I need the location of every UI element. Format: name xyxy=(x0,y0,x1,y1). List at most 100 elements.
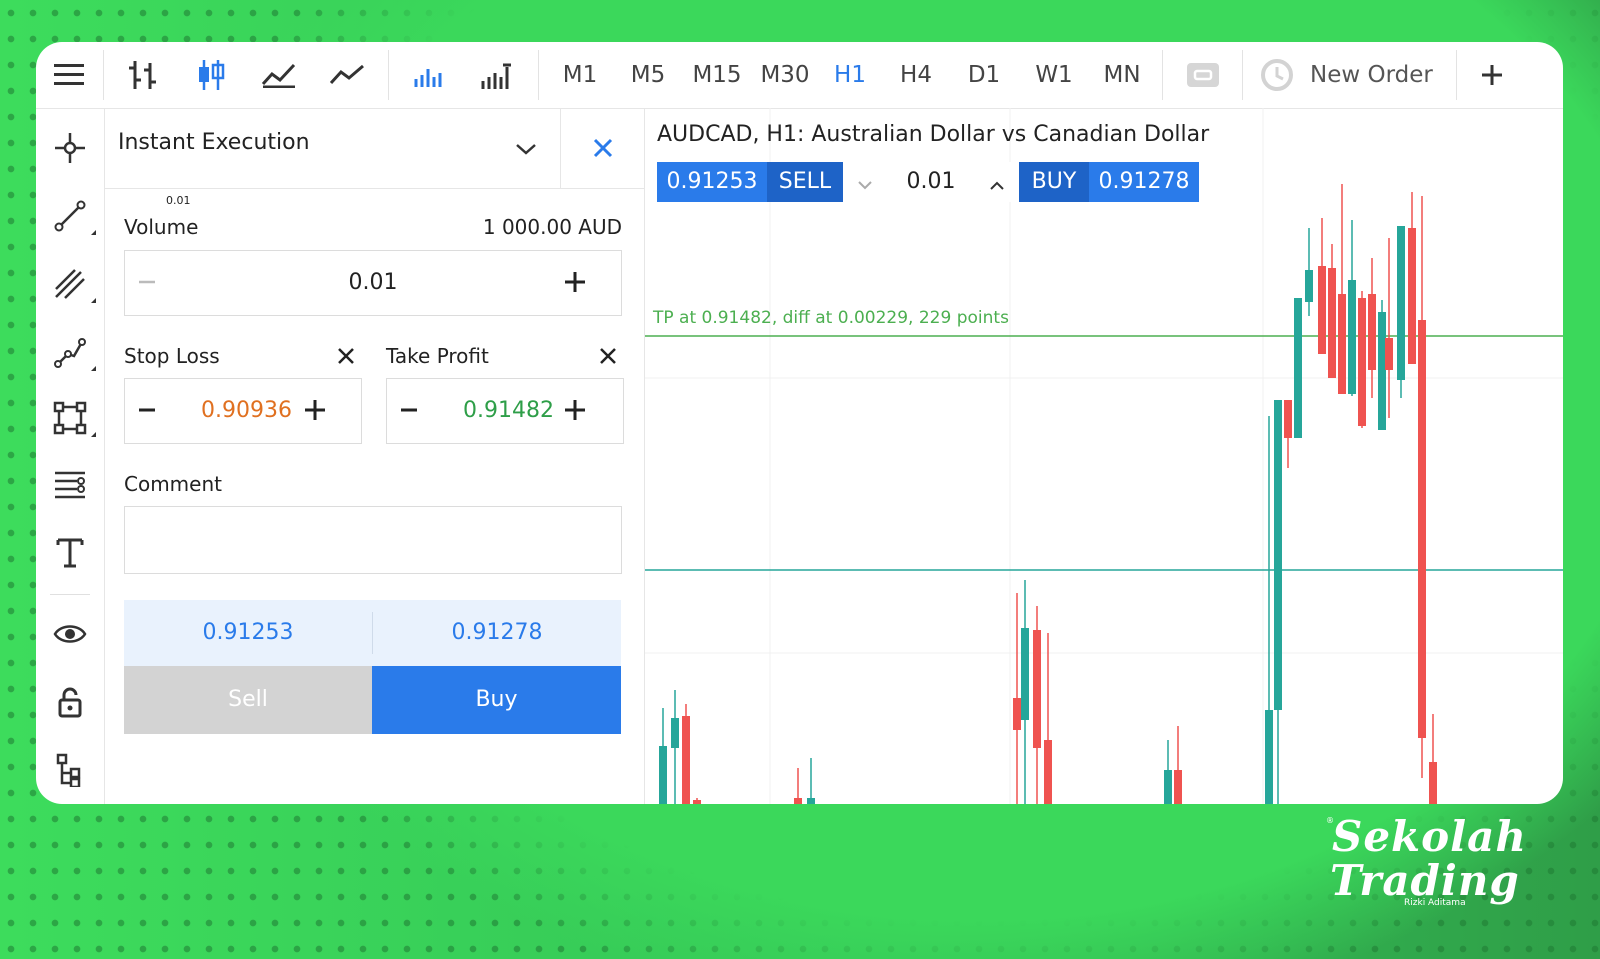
timeframe-h4[interactable]: H4 xyxy=(888,42,944,108)
stop-loss-input[interactable]: 0.90936 xyxy=(201,398,292,423)
timeframe-m30[interactable]: M30 xyxy=(752,42,818,108)
candle-body xyxy=(1338,294,1346,394)
close-icon xyxy=(593,138,613,158)
candle-body xyxy=(1294,298,1302,438)
candle-body xyxy=(1033,630,1041,748)
stop-loss-stepper[interactable]: 0.90936 xyxy=(124,378,362,444)
candle-body xyxy=(1348,280,1356,394)
chart-title: AUDCAD, H1: Australian Dollar vs Canadia… xyxy=(657,122,1210,147)
candle-body xyxy=(1358,298,1366,426)
minus-icon[interactable] xyxy=(137,400,157,424)
top-toolbar: M1 M5 M15 M30 H1 H4 D1 W1 MN New Order xyxy=(36,42,1563,109)
minus-icon[interactable] xyxy=(399,400,419,424)
candle-body xyxy=(1385,338,1393,370)
chevron-down-icon[interactable] xyxy=(514,141,538,160)
candle-body xyxy=(1368,294,1376,370)
order-panel: Instant Execution 0.01 Volume 1 000.00 A… xyxy=(104,108,645,804)
volume-label: Volume xyxy=(124,215,199,239)
candle-body xyxy=(1044,740,1052,804)
menu-icon[interactable] xyxy=(36,42,102,108)
bid-price: 0.91253 xyxy=(202,620,294,645)
object-tree-icon[interactable] xyxy=(36,748,104,792)
take-profit-label: Take Profit xyxy=(386,344,489,368)
clear-take-profit-icon[interactable] xyxy=(598,346,618,370)
rectangle-shape-icon[interactable] xyxy=(36,396,104,440)
bar-chart-icon[interactable] xyxy=(114,42,172,108)
candle-body xyxy=(794,798,802,804)
timeframe-m15[interactable]: M15 xyxy=(684,42,750,108)
volume-hint: 0.01 xyxy=(166,194,191,207)
price-display: 0.91253 0.91278 xyxy=(124,600,621,666)
trading-terminal-window: M1 M5 M15 M30 H1 H4 D1 W1 MN New Order I… xyxy=(36,42,1563,804)
plus-icon[interactable] xyxy=(303,398,327,426)
candlestick-chart-icon[interactable] xyxy=(182,42,240,108)
candle-body xyxy=(1174,770,1182,804)
trade-buy-button[interactable]: BUY xyxy=(1019,162,1089,202)
candles-group xyxy=(659,184,1437,804)
price-chart[interactable]: AUDCAD, H1: Australian Dollar vs Canadia… xyxy=(645,108,1563,804)
take-profit-stepper[interactable]: 0.91482 xyxy=(386,378,624,444)
volume-input[interactable]: 0.01 xyxy=(125,270,621,295)
trade-sell-price[interactable]: 0.91253 xyxy=(657,162,767,202)
timeframe-m5[interactable]: M5 xyxy=(618,42,678,108)
trade-sell-button[interactable]: SELL xyxy=(767,162,843,202)
candle-body xyxy=(1274,400,1282,710)
crosshair-icon[interactable] xyxy=(36,126,104,170)
logo-line-1: Sekolah xyxy=(1332,812,1527,861)
chevron-up-icon[interactable] xyxy=(989,176,1005,195)
candle-body xyxy=(1408,228,1416,364)
one-click-trading-icon[interactable] xyxy=(1174,42,1232,108)
real-volume-icon[interactable] xyxy=(468,42,526,108)
candle-body xyxy=(1164,770,1172,804)
timeframe-w1[interactable]: W1 xyxy=(1024,42,1084,108)
drawing-tools-sidebar xyxy=(36,108,105,804)
candle-body xyxy=(1418,320,1426,738)
candle-body xyxy=(1328,268,1336,378)
sekolah-trading-logo: ® Sekolah Trading Rizki Aditama xyxy=(1326,812,1530,912)
text-tool-icon[interactable] xyxy=(36,530,104,574)
line-chart-icon[interactable] xyxy=(318,42,376,108)
volume-amount: 1 000.00 AUD xyxy=(482,215,622,239)
comment-input[interactable] xyxy=(124,506,622,574)
clock-icon xyxy=(1254,42,1300,108)
trade-volume[interactable]: 0.01 xyxy=(843,162,1019,202)
volume-stepper[interactable]: 0.01 xyxy=(124,250,622,316)
candle-body xyxy=(1013,698,1021,730)
clear-stop-loss-icon[interactable] xyxy=(336,346,356,370)
timeframe-h1[interactable]: H1 xyxy=(822,42,878,108)
order-panel-header: Instant Execution xyxy=(104,108,644,189)
area-chart-icon[interactable] xyxy=(250,42,308,108)
logo-byline: Rizki Aditama xyxy=(1404,898,1466,908)
timeframe-d1[interactable]: D1 xyxy=(956,42,1012,108)
fibonacci-icon[interactable] xyxy=(36,462,104,506)
take-profit-input[interactable]: 0.91482 xyxy=(463,398,554,423)
sell-button[interactable]: Sell xyxy=(124,666,372,734)
close-panel-button[interactable] xyxy=(560,108,645,188)
plus-icon[interactable] xyxy=(563,398,587,426)
new-order-button[interactable]: New Order xyxy=(1310,42,1433,108)
lock-icon[interactable] xyxy=(36,680,104,724)
candle-body xyxy=(1305,270,1313,302)
candle-body xyxy=(1429,762,1437,804)
timeframe-mn[interactable]: MN xyxy=(1092,42,1152,108)
candle-body xyxy=(1284,400,1292,438)
candle-body xyxy=(1021,628,1029,720)
candle-body xyxy=(1378,312,1386,430)
candle-body xyxy=(693,800,701,804)
buy-button[interactable]: Buy xyxy=(372,666,621,734)
polyline-icon[interactable] xyxy=(36,330,104,374)
candle-body xyxy=(1318,266,1326,354)
candle-body xyxy=(1265,710,1273,804)
eye-icon[interactable] xyxy=(36,612,104,656)
plus-icon[interactable] xyxy=(563,270,587,298)
tick-volume-icon[interactable] xyxy=(400,42,458,108)
channel-icon[interactable] xyxy=(36,262,104,306)
chart-canvas xyxy=(645,108,1563,804)
trade-buy-price[interactable]: 0.91278 xyxy=(1089,162,1199,202)
candle-body xyxy=(671,718,679,748)
timeframe-m1[interactable]: M1 xyxy=(550,42,610,108)
execution-mode-select[interactable]: Instant Execution xyxy=(118,130,310,155)
candle-body xyxy=(659,746,667,804)
add-icon[interactable] xyxy=(1466,42,1518,108)
trend-line-icon[interactable] xyxy=(36,194,104,238)
